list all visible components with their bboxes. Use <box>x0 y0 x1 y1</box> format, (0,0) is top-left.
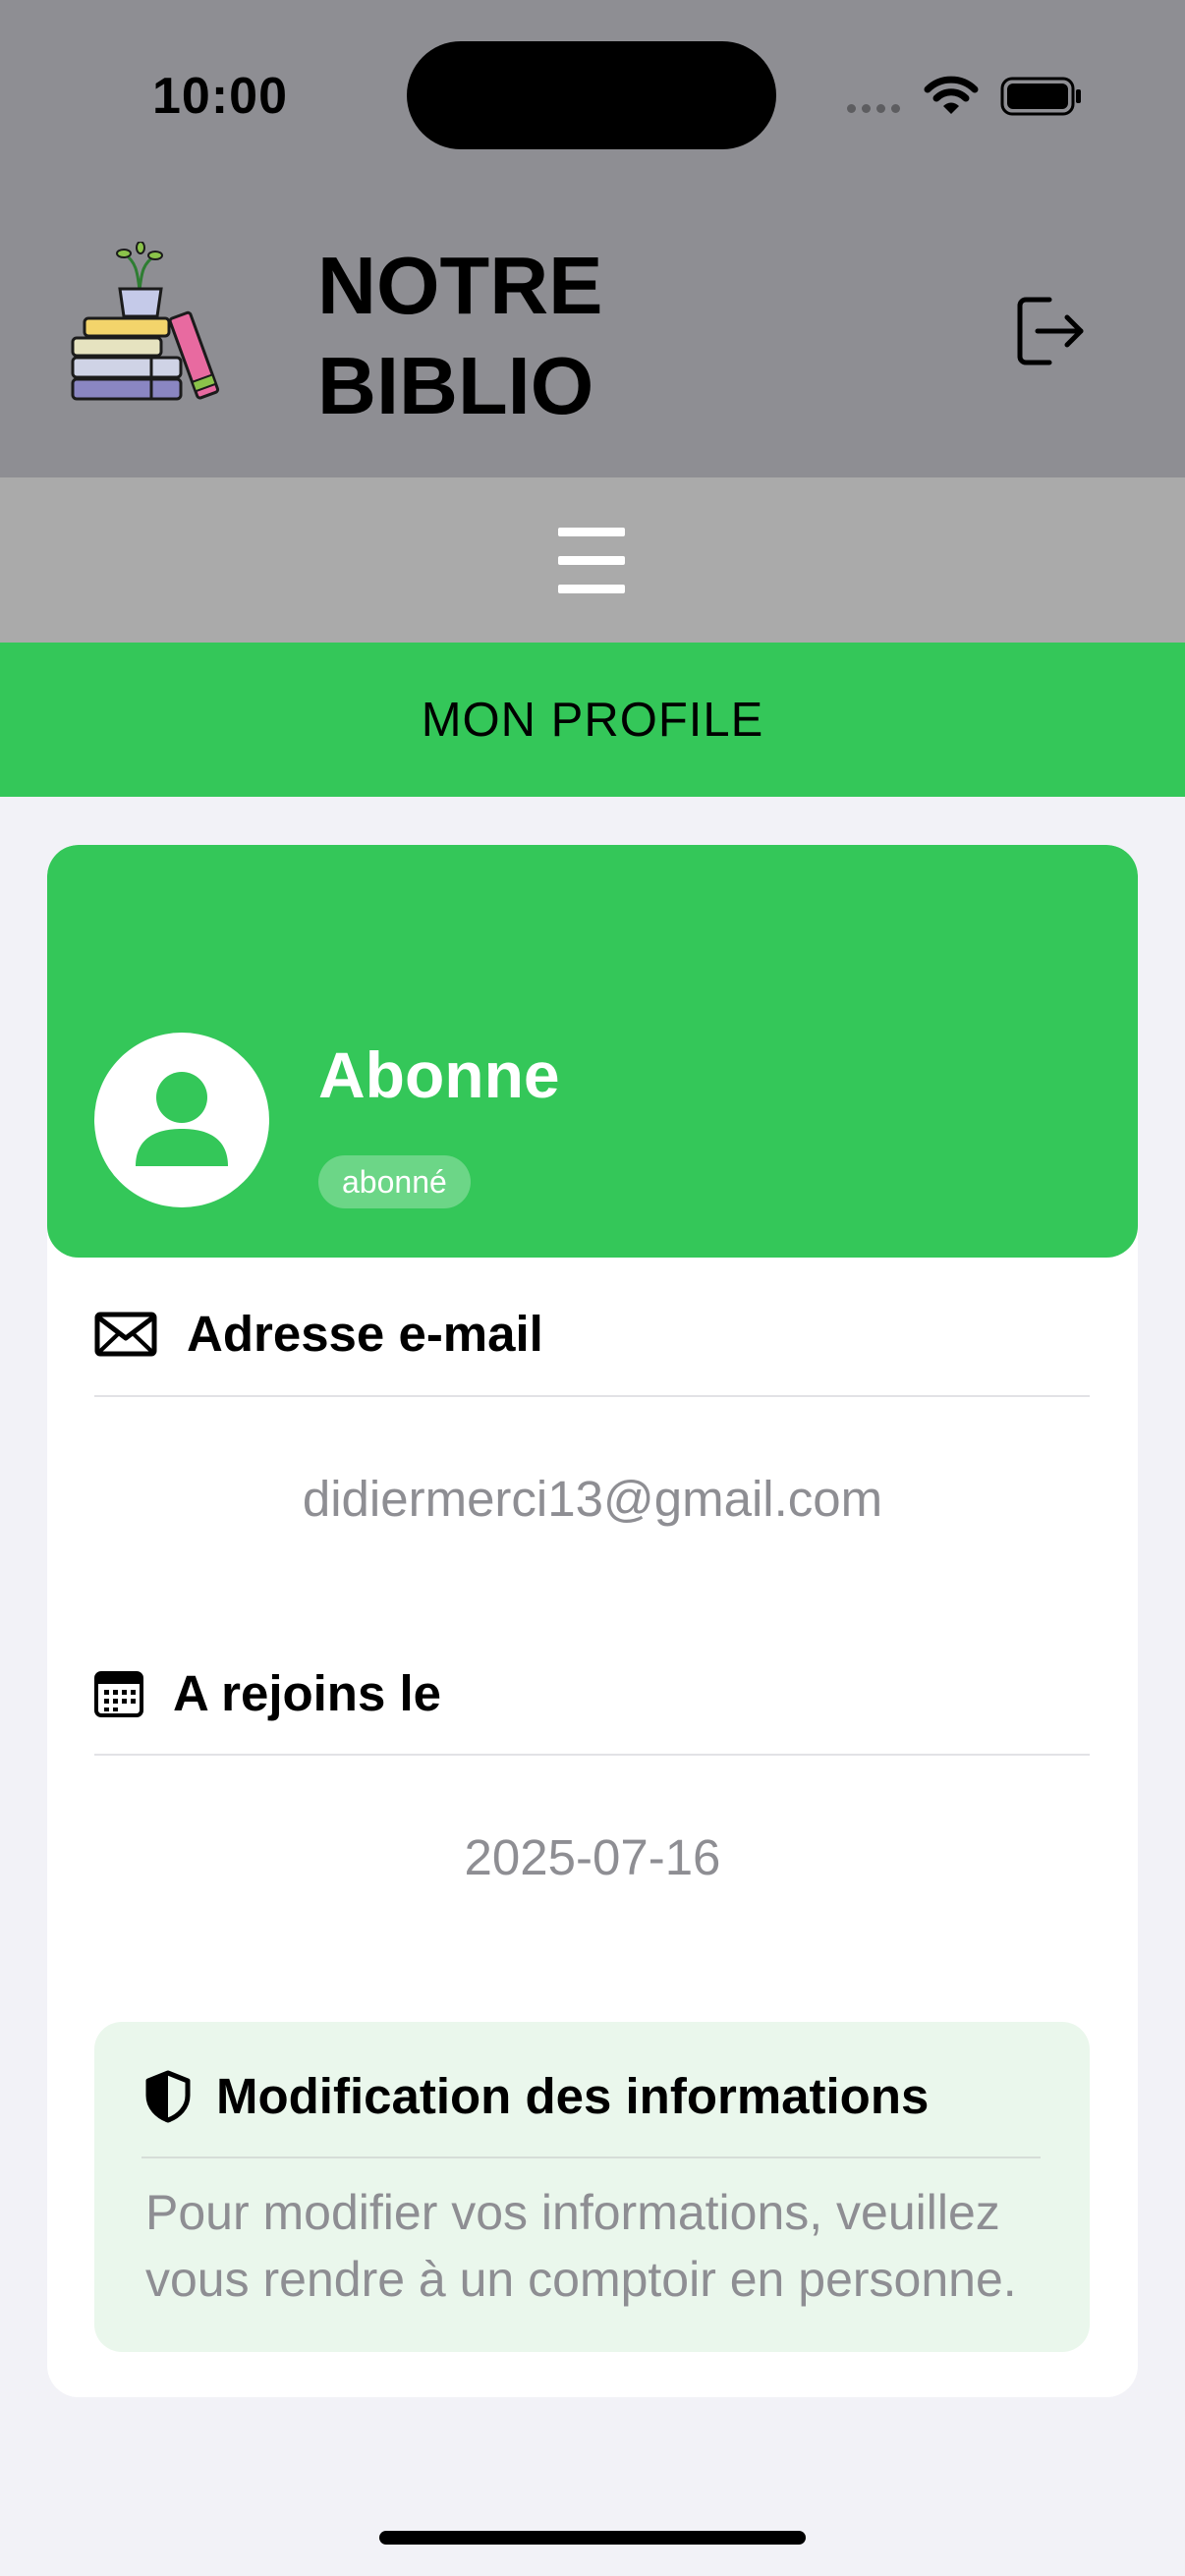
info-box: Modification des informations Pour modif… <box>94 2022 1090 2352</box>
app-title: NOTRE BIBLIO <box>317 236 710 436</box>
email-value: didiermerci13@gmail.com <box>302 1471 883 1527</box>
joined-divider <box>94 1754 1090 1756</box>
email-header: Adresse e-mail <box>94 1305 543 1363</box>
books-plant-logo <box>71 242 220 401</box>
cellular-signal-icon <box>847 104 900 113</box>
battery-icon <box>1000 77 1081 116</box>
envelope-icon <box>94 1312 157 1356</box>
email-label: Adresse e-mail <box>187 1306 543 1362</box>
email-divider <box>94 1395 1090 1397</box>
user-name: Abonne <box>318 1038 560 1111</box>
info-header: Modification des informations <box>145 2067 929 2125</box>
dynamic-island <box>407 41 776 149</box>
avatar <box>94 1033 269 1207</box>
role-badge: abonné <box>318 1155 471 1208</box>
info-text: Pour modifier vos informations, veuillez… <box>145 2185 1017 2307</box>
app-title-line2: BIBLIO <box>317 340 594 431</box>
section-banner: MON PROFILE <box>0 643 1185 797</box>
section-title: MON PROFILE <box>421 693 764 747</box>
logout-icon[interactable] <box>1012 292 1091 370</box>
joined-value: 2025-07-16 <box>464 1829 721 1885</box>
joined-header: A rejoins le <box>94 1664 441 1722</box>
profile-card-header: Abonne abonné <box>47 845 1138 1258</box>
calendar-icon <box>94 1670 143 1717</box>
info-divider <box>141 2156 1041 2158</box>
status-time: 10:00 <box>152 68 288 125</box>
profile-card: Abonne abonné Adresse e-mail didiermerci… <box>47 845 1138 2397</box>
shield-icon <box>145 2070 191 2122</box>
user-icon <box>136 1072 228 1166</box>
info-title: Modification des informations <box>216 2068 930 2124</box>
joined-label: A rejoins le <box>173 1665 442 1721</box>
wifi-icon <box>924 76 979 114</box>
hamburger-menu-icon[interactable] <box>556 526 627 596</box>
app-title-line1: NOTRE <box>317 240 603 331</box>
app-header: 10:00 NOTRE BIBLIO <box>0 0 1185 477</box>
home-indicator[interactable] <box>379 2531 806 2545</box>
